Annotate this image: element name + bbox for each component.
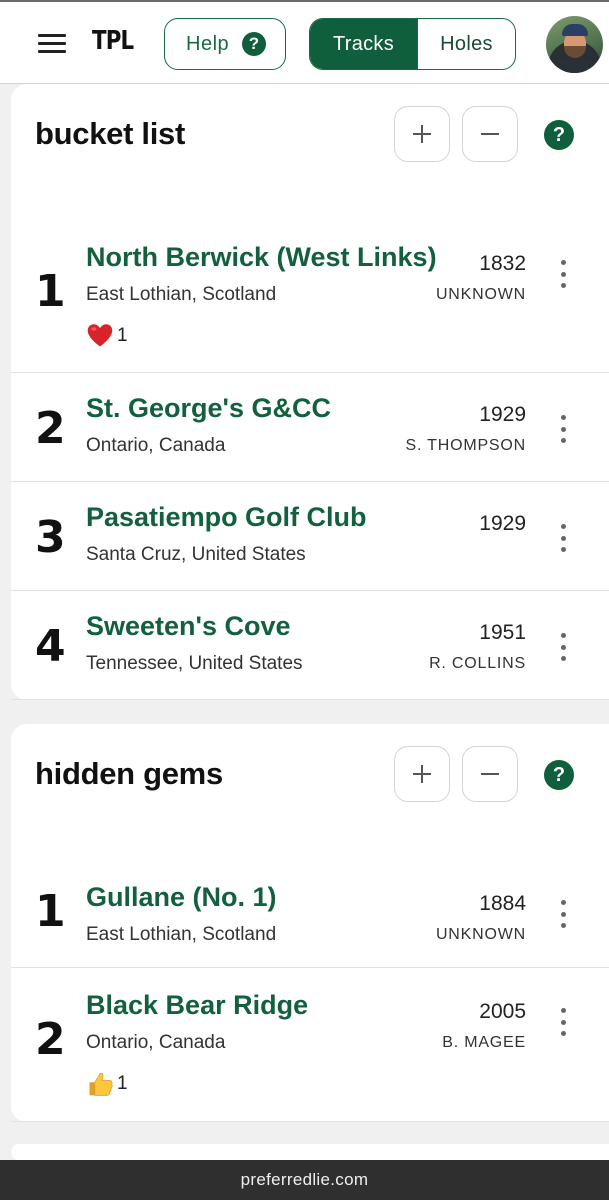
more-options-icon[interactable]	[555, 260, 571, 288]
menu-icon[interactable]	[38, 34, 66, 54]
course-location: Ontario, Canada	[86, 1032, 226, 1053]
thumbs-up-icon	[89, 1072, 113, 1096]
course-year: 1832	[479, 252, 526, 275]
course-name[interactable]: Sweeten's Cove	[86, 611, 291, 642]
course-year: 2005	[479, 1000, 526, 1023]
list-item[interactable]: 2 St. George's G&CC Ontario, Canada 1929…	[11, 373, 609, 482]
help-icon[interactable]: ?	[544, 120, 574, 150]
course-location: East Lothian, Scotland	[86, 284, 277, 305]
course-location: Tennessee, United States	[86, 653, 303, 674]
rank-number: 1	[35, 886, 66, 937]
avatar[interactable]	[546, 16, 603, 73]
list-item[interactable]: 1 Gullane (No. 1) East Lothian, Scotland…	[11, 864, 609, 968]
minus-icon	[481, 773, 499, 775]
course-architect: B. MAGEE	[442, 1034, 526, 1051]
list-title: hidden gems	[35, 756, 223, 791]
reaction-count: 1	[117, 1073, 128, 1094]
list-card-bucket-list: bucket list ? 1 North Berwick (West Link…	[11, 84, 609, 700]
rank-number: 4	[35, 621, 66, 672]
course-architect: S. THOMPSON	[405, 437, 526, 454]
course-architect: UNKNOWN	[435, 926, 526, 943]
rank-number: 2	[35, 403, 66, 454]
app-logo[interactable]: TPL	[92, 26, 134, 56]
help-button[interactable]: Help ?	[164, 18, 286, 70]
plus-icon	[413, 125, 431, 143]
rank-number: 1	[35, 266, 66, 317]
help-icon[interactable]: ?	[544, 760, 574, 790]
more-options-icon[interactable]	[555, 524, 571, 552]
list-title: bucket list	[35, 116, 186, 151]
course-year: 1951	[479, 621, 526, 644]
course-name[interactable]: St. George's G&CC	[86, 393, 331, 424]
course-year: 1929	[479, 403, 526, 426]
course-location: Ontario, Canada	[86, 435, 226, 456]
list-item[interactable]: 1 North Berwick (West Links) East Lothia…	[11, 224, 609, 373]
list-card-partial	[11, 1144, 609, 1160]
app-header: TPL Help ? Tracks Holes	[0, 0, 609, 84]
tab-tracks[interactable]: Tracks	[310, 19, 417, 69]
add-button[interactable]	[394, 106, 450, 162]
more-options-icon[interactable]	[555, 633, 571, 661]
more-options-icon[interactable]	[555, 900, 571, 928]
course-year: 1929	[479, 512, 526, 535]
course-architect: UNKNOWN	[435, 286, 526, 303]
course-location: East Lothian, Scotland	[86, 924, 277, 945]
course-name[interactable]: Gullane (No. 1)	[86, 882, 277, 913]
rank-number: 2	[35, 1014, 66, 1065]
course-name[interactable]: North Berwick (West Links)	[86, 242, 437, 273]
question-icon: ?	[242, 32, 266, 56]
more-options-icon[interactable]	[555, 1008, 571, 1036]
heart-icon	[87, 324, 113, 347]
reaction[interactable]: 1	[86, 1070, 128, 1098]
course-architect: R. COLLINS	[429, 655, 526, 672]
reaction-count: 1	[117, 325, 128, 346]
tab-holes[interactable]: Holes	[417, 19, 515, 69]
minus-icon	[481, 133, 499, 135]
help-button-label: Help	[186, 32, 230, 55]
course-name[interactable]: Black Bear Ridge	[86, 990, 308, 1021]
reaction[interactable]: 1	[86, 322, 128, 350]
plus-icon	[413, 765, 431, 783]
course-location: Santa Cruz, United States	[86, 544, 306, 565]
remove-button[interactable]	[462, 746, 518, 802]
list-card-hidden-gems: hidden gems ? 1 Gullane (No. 1) East Lot…	[11, 724, 609, 1122]
add-button[interactable]	[394, 746, 450, 802]
course-year: 1884	[479, 892, 526, 915]
course-name[interactable]: Pasatiempo Golf Club	[86, 502, 367, 533]
list-item[interactable]: 2 Black Bear Ridge Ontario, Canada 2005 …	[11, 968, 609, 1122]
remove-button[interactable]	[462, 106, 518, 162]
more-options-icon[interactable]	[555, 415, 571, 443]
footer-url-bar[interactable]: preferredlie.com	[0, 1160, 609, 1200]
list-item[interactable]: 4 Sweeten's Cove Tennessee, United State…	[11, 591, 609, 700]
view-toggle: Tracks Holes	[309, 18, 516, 70]
rank-number: 3	[35, 512, 66, 563]
list-item[interactable]: 3 Pasatiempo Golf Club Santa Cruz, Unite…	[11, 482, 609, 591]
